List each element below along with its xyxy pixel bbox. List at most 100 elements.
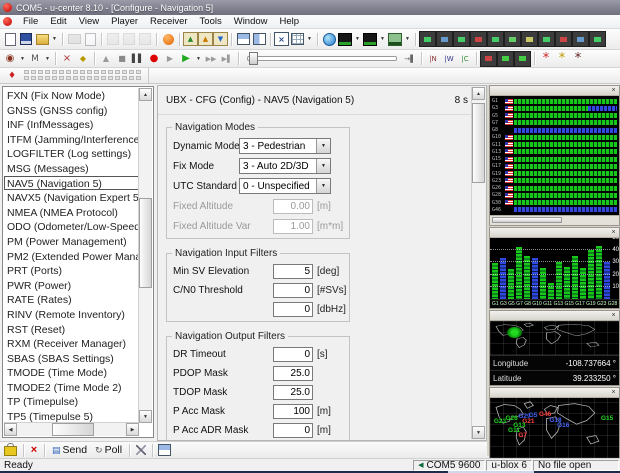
gear-yellow-icon[interactable]: *: [554, 51, 570, 66]
save-file-icon[interactable]: [18, 32, 34, 47]
input-fixed-altitude-var[interactable]: [273, 218, 313, 234]
sidebar-scroll-thumb[interactable]: [139, 198, 152, 288]
menu-receiver[interactable]: Receiver: [144, 15, 194, 28]
close-table-icon[interactable]: ×: [274, 32, 289, 46]
database-export-icon[interactable]: ▲: [183, 32, 198, 46]
input-min-sv-elevation[interactable]: [273, 264, 313, 279]
copy-icon[interactable]: [121, 32, 137, 47]
close-icon[interactable]: ×: [609, 312, 618, 320]
measure-mode-icon[interactable]: M: [27, 51, 43, 66]
map-view-dropdown[interactable]: ▼: [403, 32, 412, 47]
scroll-down-button[interactable]: ▼: [139, 410, 152, 423]
eject-button[interactable]: ▲: [98, 51, 114, 66]
sidebar-item-rinv[interactable]: RINV (Remote Inventory): [4, 307, 139, 322]
window-layout-icon[interactable]: [156, 443, 172, 458]
select-utc-standard[interactable]: 0 - Unspecified ▼: [239, 178, 331, 194]
select-dynamic-model[interactable]: 3 - Pedestrian ▼: [239, 138, 331, 154]
edit-pen-icon[interactable]: ◆: [75, 51, 91, 66]
print-preview-icon[interactable]: [82, 32, 98, 47]
database-import-icon[interactable]: ▲: [198, 32, 213, 46]
input-pdop-mask[interactable]: [273, 366, 313, 381]
gear-dark-icon[interactable]: *: [570, 51, 586, 66]
sidebar-item-pm2[interactable]: PM2 (Extended Power Manager: [4, 249, 139, 264]
open-file-icon[interactable]: [34, 32, 50, 47]
cut-icon[interactable]: [105, 32, 121, 47]
sidebar-item-rxm[interactable]: RXM (Receiver Manager): [4, 336, 139, 351]
select-fix-mode[interactable]: 3 - Auto 2D/3D ▼: [239, 158, 331, 174]
open-file-dropdown[interactable]: ▼: [50, 32, 59, 47]
input-fixed-altitude[interactable]: [273, 198, 313, 214]
step-forward-button[interactable]: ▶: [162, 51, 178, 66]
view-window-11-button[interactable]: [589, 31, 606, 47]
panel-grip[interactable]: ×: [490, 86, 619, 96]
new-file-icon[interactable]: [2, 32, 18, 47]
sidebar-item-pm[interactable]: PM (Power Management): [4, 234, 139, 249]
sidebar-item-rst[interactable]: RST (Reset): [4, 322, 139, 337]
table-view-icon[interactable]: [289, 32, 305, 47]
dropdown-arrow-icon[interactable]: ▼: [316, 159, 330, 173]
receiver-type-status[interactable]: u-blox 6: [486, 459, 532, 471]
input-dr-timeout[interactable]: [273, 347, 313, 362]
split-horizontal-icon[interactable]: [235, 32, 251, 47]
database-file-icon[interactable]: ▼: [213, 32, 228, 46]
input-tdop-mask[interactable]: [273, 385, 313, 400]
stop-button[interactable]: ■: [114, 51, 130, 66]
sidebar-item-gnss[interactable]: GNSS (GNSS config): [4, 103, 139, 118]
view-window-3-button[interactable]: [453, 31, 470, 47]
close-icon[interactable]: ×: [609, 229, 618, 237]
input-dbhz[interactable]: [273, 302, 313, 317]
scroll-up-button[interactable]: ▲: [139, 88, 152, 101]
sidebar-item-rate[interactable]: RATE (Rates): [4, 292, 139, 307]
gear-red-icon[interactable]: *: [538, 51, 554, 66]
scroll-right-button[interactable]: ▶: [126, 423, 139, 436]
view-window-7-button[interactable]: [521, 31, 538, 47]
sidebar-item-fxn[interactable]: FXN (Fix Now Mode): [4, 88, 139, 103]
view-window-9-button[interactable]: [555, 31, 572, 47]
slider-track[interactable]: [247, 52, 397, 65]
panel-grip[interactable]: ×: [490, 311, 619, 321]
chart-view-dropdown[interactable]: ▼: [353, 32, 362, 47]
panel-grip[interactable]: ×: [490, 228, 619, 238]
poll-button[interactable]: ↻ Poll: [91, 444, 126, 456]
sidebar-item-tp[interactable]: TP (Timepulse): [4, 394, 139, 409]
menu-help[interactable]: Help: [274, 15, 306, 28]
view-window-4-button[interactable]: [470, 31, 487, 47]
view-window-2-button[interactable]: [436, 31, 453, 47]
dock-config-icon[interactable]: [497, 50, 514, 67]
marker-w-icon[interactable]: |W: [441, 51, 457, 66]
edit-off-icon[interactable]: ×: [59, 51, 75, 66]
menu-view[interactable]: View: [73, 15, 105, 28]
dock-messages-icon[interactable]: [480, 50, 497, 67]
menu-edit[interactable]: Edit: [44, 15, 72, 28]
sidebar-item-msg[interactable]: MSG (Messages): [4, 161, 139, 176]
panel-scroll-thumb[interactable]: [472, 103, 485, 183]
panel-scroll-up-button[interactable]: ▲: [472, 87, 485, 100]
dropdown-arrow-icon[interactable]: ▼: [316, 139, 330, 153]
menu-file[interactable]: File: [17, 15, 44, 28]
skip-end-button[interactable]: ▶▌: [219, 51, 235, 66]
sidebar-horizontal-scrollbar[interactable]: ◀ ▶: [4, 422, 139, 436]
print-icon[interactable]: [66, 32, 82, 47]
fast-forward-button[interactable]: ▶▶: [203, 51, 219, 66]
map-view-icon[interactable]: [387, 32, 403, 47]
sidebar-item-tmode[interactable]: TMODE (Time Mode): [4, 365, 139, 380]
play-button[interactable]: ▶: [178, 51, 194, 66]
input-p-acc-adr-mask[interactable]: [273, 423, 313, 438]
input-c-n0-threshold[interactable]: [273, 283, 313, 298]
panel-grip[interactable]: ×: [490, 388, 619, 398]
sidebar-item-sbas[interactable]: SBAS (SBAS Settings): [4, 351, 139, 366]
google-earth-icon[interactable]: [321, 32, 337, 47]
sidebar-item-navx5[interactable]: NAVX5 (Navigation Expert 5): [4, 190, 139, 205]
split-vertical-icon[interactable]: [251, 32, 267, 47]
sidebar-item-inf[interactable]: INF (InfMessages): [4, 117, 139, 132]
send-button[interactable]: ▤ Send: [48, 444, 91, 456]
sidebar-hscroll-thumb[interactable]: [52, 423, 94, 436]
scroll-left-button[interactable]: ◀: [4, 423, 17, 436]
dropdown-arrow-icon[interactable]: ▼: [316, 179, 330, 193]
menu-player[interactable]: Player: [105, 15, 144, 28]
panel-vertical-scrollbar[interactable]: ▲ ▼: [471, 87, 485, 439]
ucenter-ball-icon[interactable]: [160, 32, 176, 47]
sidebar-item-nav5[interactable]: NAV5 (Navigation 5): [4, 175, 139, 191]
marker-c-icon[interactable]: |C: [457, 51, 473, 66]
view-window-6-button[interactable]: [504, 31, 521, 47]
